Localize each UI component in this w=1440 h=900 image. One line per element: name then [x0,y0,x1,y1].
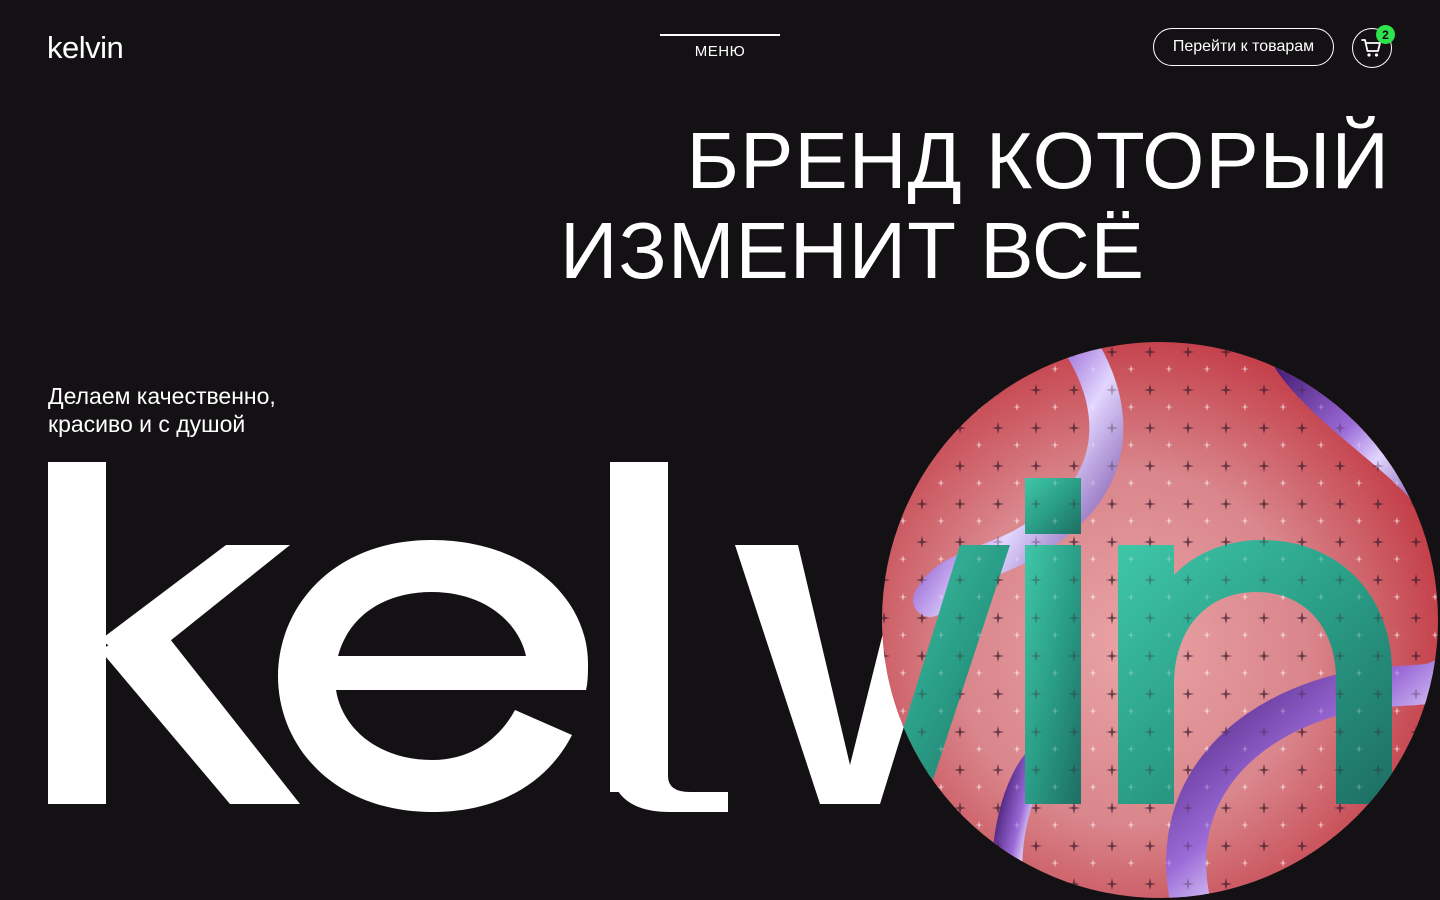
hero-art-circle [882,342,1438,898]
big-wordmark-white [48,462,960,812]
hero-visual [48,342,1438,898]
